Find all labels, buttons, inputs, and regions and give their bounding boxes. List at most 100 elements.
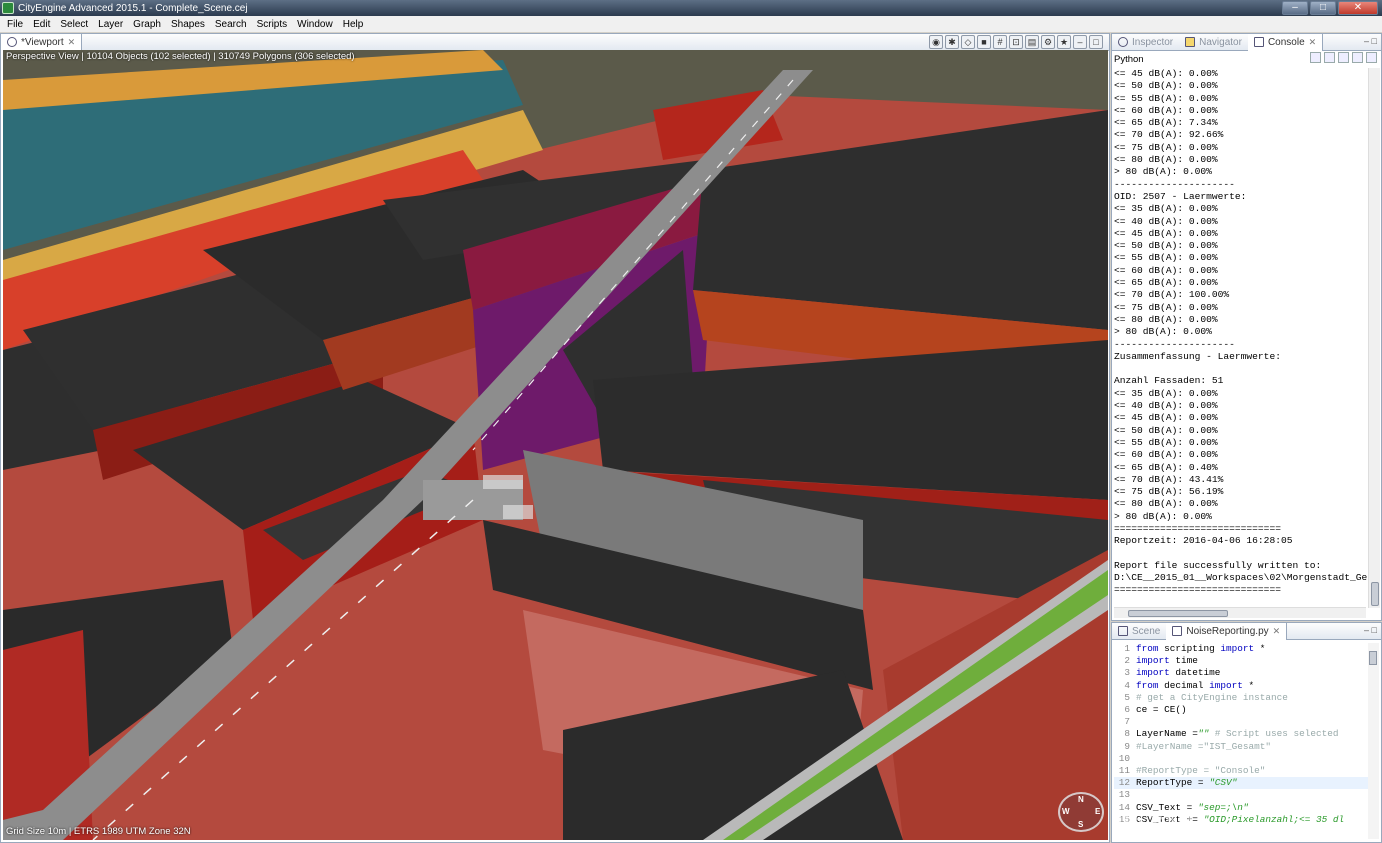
pane-window-buttons[interactable]: – □ [1364,36,1377,46]
tab-viewport[interactable]: *Viewport ✕ [1,33,83,51]
tab-inspector-label: Inspector [1132,36,1174,48]
code-line[interactable]: 6 ce = CE() [1114,704,1369,716]
console-line: <= 75 dB(A): 0.00% [1114,141,1218,153]
clear-console-icon[interactable] [1310,52,1321,63]
cube-icon[interactable]: ◇ [961,35,975,49]
console-line: <= 75 dB(A): 0.00% [1114,301,1218,313]
console-vertical-scrollbar[interactable] [1368,68,1380,608]
minimize-view-icon[interactable]: – [1073,35,1087,49]
window-title: CityEngine Advanced 2015.1 - Complete_Sc… [18,2,248,14]
code-line[interactable]: 3 import datetime [1114,667,1369,679]
editor-vertical-scrollbar[interactable] [1368,643,1379,839]
compass-icon[interactable]: NS WE [1058,792,1104,832]
folder-icon [1185,37,1196,47]
code-line[interactable]: 10 [1114,753,1369,765]
line-number: 7 [1124,716,1130,728]
code-line[interactable]: 8 LayerName ="" # Script uses selected [1114,728,1369,740]
camera-icon[interactable]: ◉ [929,35,943,49]
line-number: 12 [1118,777,1130,789]
code-line[interactable]: 13 [1114,789,1369,801]
console-pane: Inspector Navigator Console ✕ – □ Python… [1111,33,1382,621]
console-line: <= 80 dB(A): 0.00% [1114,498,1218,510]
close-icon[interactable]: ✕ [68,37,76,48]
maximize-button[interactable]: □ [1310,1,1336,15]
console-line: ============================= [1114,584,1281,596]
menu-window[interactable]: Window [292,19,338,30]
console-line: <= 70 dB(A): 100.00% [1114,289,1230,301]
scroll-thumb[interactable] [1128,610,1228,617]
menu-edit[interactable]: Edit [28,19,55,30]
tab-console[interactable]: Console ✕ [1247,33,1324,51]
viewport-info: Perspective View | 10104 Objects (102 se… [6,51,355,62]
line-number: 3 [1124,667,1130,679]
window-titlebar: CityEngine Advanced 2015.1 - Complete_Sc… [0,0,1382,16]
menu-select[interactable]: Select [55,19,93,30]
console-line: <= 40 dB(A): 0.00% [1114,400,1218,412]
scroll-thumb[interactable] [1369,651,1377,665]
menu-layer[interactable]: Layer [93,19,128,30]
console-line: <= 35 dB(A): 0.00% [1114,387,1218,399]
console-line: <= 50 dB(A): 0.00% [1114,424,1218,436]
star-icon[interactable]: ★ [1057,35,1071,49]
minimize-button[interactable]: – [1282,1,1308,15]
bookmark-icon[interactable]: ✱ [945,35,959,49]
info-icon [1118,37,1128,47]
tab-console-label: Console [1267,36,1305,48]
close-icon[interactable]: ✕ [1273,626,1281,637]
editor-tabbar: Scene NoiseReporting.py ✕ – □ [1112,622,1381,640]
menu-search[interactable]: Search [210,19,252,30]
menu-graph[interactable]: Graph [128,19,166,30]
shading-icon[interactable]: ■ [977,35,991,49]
menu-file[interactable]: File [2,19,28,30]
tab-scene[interactable]: Scene [1112,623,1166,640]
code-line[interactable]: 2 import time [1114,655,1369,667]
code-text: import time [1136,655,1198,667]
pane-window-buttons[interactable]: – □ [1364,625,1377,635]
grid-icon[interactable]: # [993,35,1007,49]
maximize-view-icon[interactable]: □ [1089,35,1103,49]
frame-icon[interactable]: ⊡ [1009,35,1023,49]
console-subheader: Python [1112,51,1381,67]
pin-console-icon[interactable] [1338,52,1349,63]
console-line: Zusammenfassung - Laermwerte: [1114,350,1281,362]
console-line: <= 45 dB(A): 0.00% [1114,68,1218,79]
console-line: ============================= [1114,522,1281,534]
code-text: #ReportType = "Console" [1136,765,1266,777]
code-line[interactable]: 9 #LayerName ="IST_Gesamt" [1114,741,1369,753]
gear-icon[interactable]: ⚙ [1041,35,1055,49]
watermark: ps esri [1116,805,1194,830]
console-line: D:\CE__2015_01__Workspaces\02\Morgenstad… [1114,572,1368,584]
console-icon [1253,37,1264,47]
tab-inspector[interactable]: Inspector [1112,34,1179,51]
console-line: > 80 dB(A): 0.00% [1114,326,1212,338]
menu-shapes[interactable]: Shapes [166,19,210,30]
display-console-icon[interactable] [1352,52,1363,63]
line-number: 2 [1124,655,1130,667]
layers-icon[interactable]: ▤ [1025,35,1039,49]
3d-scene[interactable] [3,50,1108,840]
code-line[interactable]: 7 [1114,716,1369,728]
scroll-thumb[interactable] [1371,582,1379,606]
code-line[interactable]: 12 ReportType = "CSV" [1114,777,1369,790]
tab-navigator[interactable]: Navigator [1179,34,1248,51]
scroll-lock-icon[interactable] [1324,52,1335,63]
console-line: <= 45 dB(A): 0.00% [1114,227,1218,239]
code-line[interactable]: 11 #ReportType = "Console" [1114,765,1369,777]
close-button[interactable]: ✕ [1338,1,1378,15]
menu-scripts[interactable]: Scripts [252,19,293,30]
code-line[interactable]: 1 from scripting import * [1114,643,1369,655]
console-line: <= 40 dB(A): 0.00% [1114,215,1218,227]
viewport-tab-label: *Viewport [21,36,64,48]
code-line[interactable]: 4 from decimal import * [1114,680,1369,692]
tab-noisereporting[interactable]: NoiseReporting.py ✕ [1166,622,1288,640]
menu-bar: File Edit Select Layer Graph Shapes Sear… [0,16,1382,32]
console-line: <= 60 dB(A): 0.00% [1114,449,1218,461]
console-line: --------------------- [1114,338,1235,350]
close-icon[interactable]: ✕ [1309,37,1317,48]
code-line[interactable]: 5 # get a CityEngine instance [1114,692,1369,704]
console-horizontal-scrollbar[interactable] [1114,607,1366,618]
console-line: <= 45 dB(A): 0.00% [1114,412,1218,424]
menu-help[interactable]: Help [338,19,369,30]
new-console-icon[interactable] [1366,52,1377,63]
